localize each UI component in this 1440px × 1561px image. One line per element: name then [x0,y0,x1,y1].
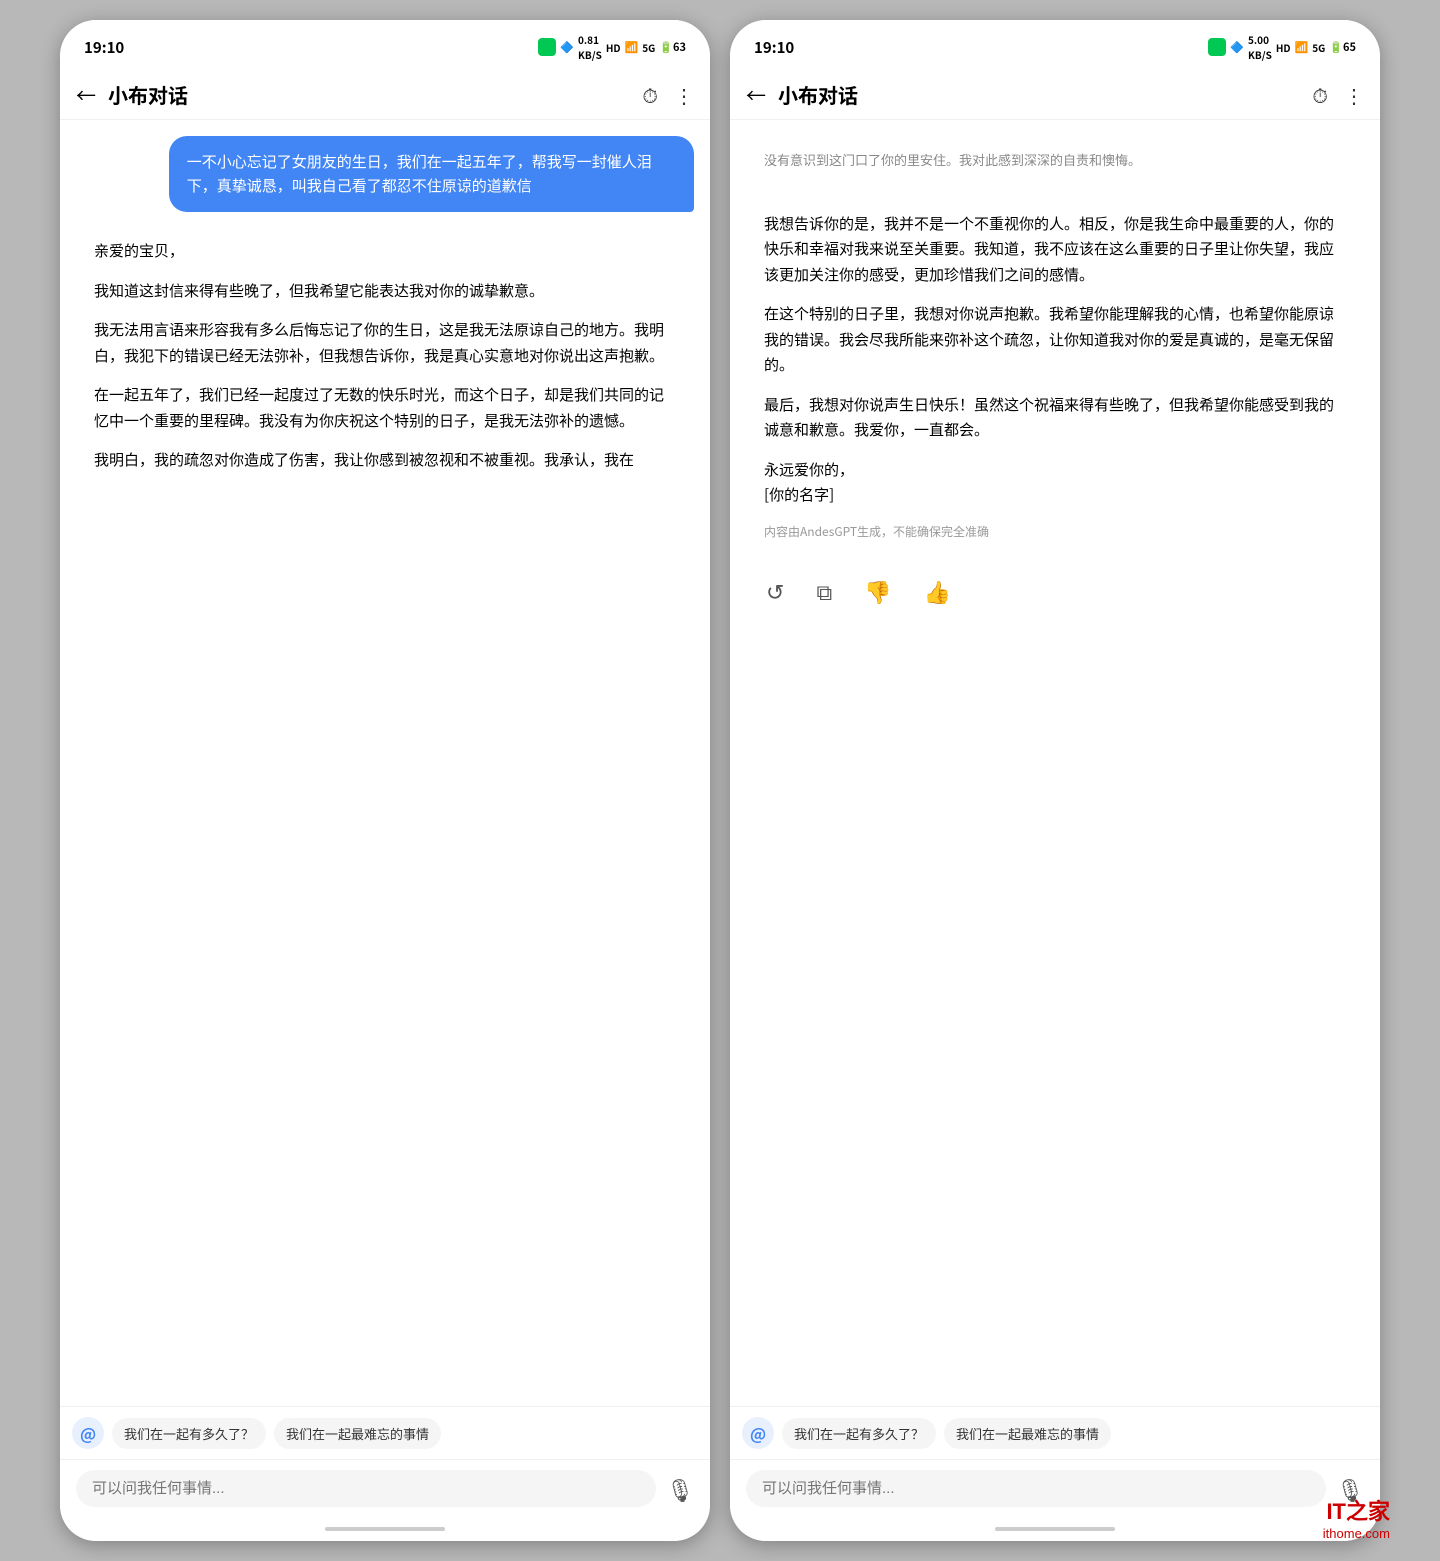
refresh-button[interactable]: ↺ [762,576,788,610]
wifi-icon-right: 📶 [1295,39,1309,55]
header-title-right: 小布对话 [778,80,1300,109]
home-bar-left [60,1517,710,1541]
status-time-right: 19:10 [754,37,794,58]
action-row-right: ↺ ⧉ 👎 👍 [746,568,1364,618]
back-button-left[interactable]: ← [76,80,96,109]
app-icon-left [538,38,556,56]
app-header-right: ← 小布对话 ⏱ ⋮ [730,70,1380,120]
header-icons-right: ⏱ ⋮ [1312,80,1364,109]
ai-para-right-0: 我想告诉你的是，我并不是一个不重视你的人。相反，你是我生命中最重要的人，你的快乐… [764,211,1346,288]
bluetooth-icon: 🔷 [560,39,574,55]
watermark-container: IT之家 ithome.com [1323,1494,1390,1541]
history-icon-right[interactable]: ⏱ [1312,80,1328,109]
copy-button[interactable]: ⧉ [812,576,836,610]
wifi-icon-left: 📶 [625,39,639,55]
ai-para-right-2: 最后，我想对你说声生日快乐！虽然这个祝福来得有些晚了，但我希望你能感受到我的诚意… [764,392,1346,443]
suggestion-bar-right: @ 我们在一起有多久了？ 我们在一起最难忘的事情 [730,1406,1380,1459]
ithome-url: ithome.com [1323,1526,1390,1541]
suggestion-chip-right-0[interactable]: 我们在一起有多久了？ [782,1418,936,1449]
header-title-left: 小布对话 [108,80,630,109]
bluetooth-icon-right: 🔷 [1230,39,1244,55]
home-bar-line-right [995,1527,1115,1531]
input-bar-left: 🎙 [60,1459,710,1517]
phones-container: 19:10 🔷 0.81KB/S HD 📶 5G 🔋63 ← 小布对话 ⏱ ⋮ [0,0,1440,1561]
home-bar-line-left [325,1527,445,1531]
hd-icon-left: HD [606,40,621,55]
phone-right: 19:10 🔷 5.00KB/S HD 📶 5G 🔋65 ← 小布对话 ⏱ ⋮ [730,20,1380,1541]
ai-para-right-1: 在这个特别的日子里，我想对你说声抱歉。我希望你能理解我的心情，也希望你能原谅我的… [764,301,1346,378]
ithome-logo: IT之家 [1323,1494,1390,1526]
chat-area-right: 没有意识到这门口了你的里安住。我对此感到深深的自责和懊悔。 我想告诉你的是，我并… [730,120,1380,1406]
back-button-right[interactable]: ← [746,80,766,109]
signal-text-left: 0.81KB/S [578,32,602,62]
voice-button-left[interactable]: 🎙 [666,1473,694,1505]
ai-para-left-2: 我无法用言语来形容我有多么后悔忘记了你的生日，这是我无法原谅自己的地方。我明白，… [94,317,676,368]
status-icons-left: 🔷 0.81KB/S HD 📶 5G 🔋63 [538,32,686,62]
status-icons-right: 🔷 5.00KB/S HD 📶 5G 🔋65 [1208,32,1356,62]
status-time-left: 19:10 [84,37,124,58]
chat-area-left: 一不小心忘记了女朋友的生日，我们在一起五年了，帮我写一封催人泪下，真挚诚恳，叫我… [60,120,710,1406]
input-field-left[interactable] [76,1470,656,1507]
at-icon-left[interactable]: @ [72,1417,104,1449]
hd-icon-right: HD [1276,40,1291,55]
app-header-left: ← 小布对话 ⏱ ⋮ [60,70,710,120]
ai-para-right-3: 永远爱你的， [你的名字] [764,457,1346,508]
suggestion-chip-left-0[interactable]: 我们在一起有多久了？ [112,1418,266,1449]
suggestion-bar-left: @ 我们在一起有多久了？ 我们在一起最难忘的事情 [60,1406,710,1459]
ai-para-left-4: 我明白，我的疏忽对你造成了伤害，我让你感到被忽视和不被重视。我承认，我在 [94,447,676,473]
more-icon-right[interactable]: ⋮ [1344,80,1364,109]
phone-left: 19:10 🔷 0.81KB/S HD 📶 5G 🔋63 ← 小布对话 ⏱ ⋮ [60,20,710,1541]
home-bar-right [730,1517,1380,1541]
app-icon-right [1208,38,1226,56]
user-message-left: 一不小心忘记了女朋友的生日，我们在一起五年了，帮我写一封催人泪下，真挚诚恳，叫我… [169,136,694,212]
battery-icon-left: 🔋63 [659,39,686,55]
partial-top-message: 没有意识到这门口了你的里安住。我对此感到深深的自责和懊悔。 [746,136,1159,185]
suggestion-chip-left-1[interactable]: 我们在一起最难忘的事情 [274,1418,441,1449]
at-icon-right[interactable]: @ [742,1417,774,1449]
ai-para-left-3: 在一起五年了，我们已经一起度过了无数的快乐时光，而这个日子，却是我们共同的记忆中… [94,382,676,433]
history-icon-left[interactable]: ⏱ [642,80,658,109]
ai-disclaimer: 内容由AndesGPT生成，不能确保完全准确 [764,522,1346,542]
header-icons-left: ⏱ ⋮ [642,80,694,109]
like-button[interactable]: 👍 [920,576,955,610]
input-field-right[interactable] [746,1470,1326,1507]
signal-text-right: 5.00KB/S [1248,32,1272,62]
ai-para-left-0: 亲爱的宝贝， [94,238,676,264]
more-icon-left[interactable]: ⋮ [674,80,694,109]
dislike-button[interactable]: 👎 [860,576,895,610]
ai-para-left-1: 我知道这封信来得有些晚了，但我希望它能表达我对你的诚挚歉意。 [94,278,676,304]
battery-icon-right: 🔋65 [1329,39,1356,55]
ai-message-right: 我想告诉你的是，我并不是一个不重视你的人。相反，你是我生命中最重要的人，你的快乐… [746,197,1364,556]
ai-message-left: 亲爱的宝贝， 我知道这封信来得有些晚了，但我希望它能表达我对你的诚挚歉意。 我无… [76,224,694,487]
input-bar-right: 🎙 [730,1459,1380,1517]
partial-text-top: 没有意识到这门口了你的里安住。我对此感到深深的自责和懊悔。 [764,150,1141,171]
5g-icon-right: 5G [1312,40,1325,55]
5g-icon-left: 5G [642,40,655,55]
status-bar-right: 19:10 🔷 5.00KB/S HD 📶 5G 🔋65 [730,20,1380,70]
status-bar-left: 19:10 🔷 0.81KB/S HD 📶 5G 🔋63 [60,20,710,70]
suggestion-chip-right-1[interactable]: 我们在一起最难忘的事情 [944,1418,1111,1449]
